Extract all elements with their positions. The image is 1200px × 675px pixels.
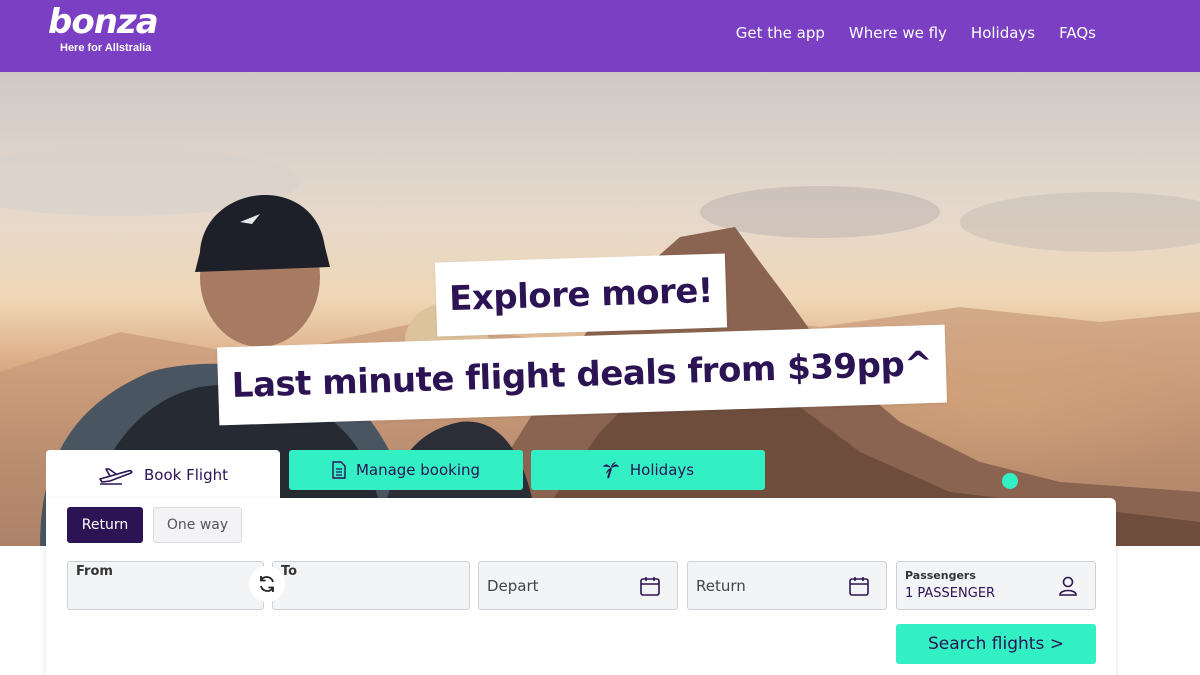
to-field[interactable]: To <box>272 561 470 610</box>
search-flights-button[interactable]: Search flights > <box>896 624 1096 664</box>
swap-icon <box>260 576 274 592</box>
document-icon <box>332 461 346 479</box>
depart-date-field[interactable]: Depart <box>478 561 678 610</box>
tab-manage-booking-label: Manage booking <box>355 461 481 479</box>
logo[interactable]: bonza Here for Allstralia <box>44 2 174 58</box>
main-nav: Get the app Where we fly Holidays FAQs <box>736 24 1096 42</box>
passengers-field[interactable]: Passengers 1 PASSENGER <box>896 561 1096 610</box>
hero-subheadline: Last minute flight deals from $39pp^ <box>231 344 933 406</box>
tab-holidays[interactable]: Holidays <box>531 450 765 490</box>
trip-type-return-button[interactable]: Return <box>67 507 143 543</box>
tab-manage-booking[interactable]: Manage booking <box>289 450 523 490</box>
calendar-icon <box>640 577 660 596</box>
trip-type-one-way-button[interactable]: One way <box>153 507 242 543</box>
from-label: From <box>76 564 113 579</box>
return-date-field[interactable]: Return <box>687 561 887 610</box>
chat-indicator-dot[interactable] <box>1002 473 1018 489</box>
return-label: Return <box>696 577 746 595</box>
passengers-label: Passengers <box>905 569 976 582</box>
booking-panel: Return One way From To Depart Return Pas… <box>46 498 1116 675</box>
logo-wordmark: bonza <box>48 2 159 42</box>
tab-holidays-label: Holidays <box>629 461 695 479</box>
site-header: bonza Here for Allstralia Get the app Wh… <box>0 0 1200 72</box>
user-icon <box>1059 576 1077 596</box>
palm-tree-icon <box>602 462 619 479</box>
nav-holidays[interactable]: Holidays <box>971 24 1035 42</box>
swap-airports-button[interactable] <box>249 566 285 602</box>
passengers-value: 1 PASSENGER <box>905 586 996 601</box>
plane-icon <box>99 468 133 485</box>
hero-headline: Explore more! <box>448 270 714 320</box>
depart-label: Depart <box>487 577 539 595</box>
logo-tagline: Here for Allstralia <box>60 42 152 54</box>
from-field[interactable]: From <box>67 561 264 610</box>
tab-book-flight-label: Book Flight <box>144 466 228 484</box>
tab-book-flight[interactable]: Book Flight <box>46 450 280 500</box>
nav-where-we-fly[interactable]: Where we fly <box>849 24 947 42</box>
calendar-icon <box>849 577 869 596</box>
nav-get-the-app[interactable]: Get the app <box>736 24 825 42</box>
nav-faqs[interactable]: FAQs <box>1059 24 1096 42</box>
hero-headline-banner: Explore more! <box>434 253 728 337</box>
